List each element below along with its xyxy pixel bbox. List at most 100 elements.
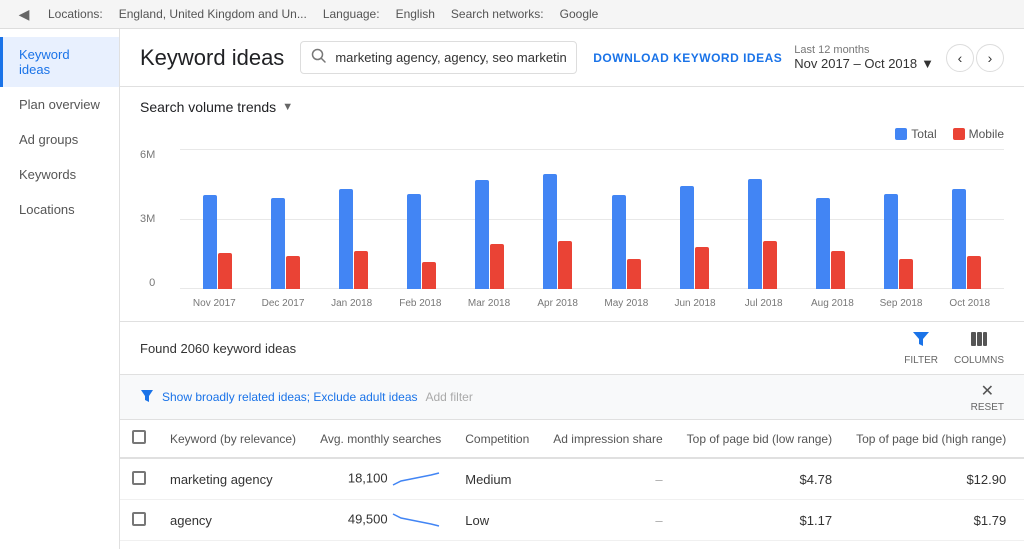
bar-total-3 — [407, 194, 421, 289]
bar-group-8 — [729, 179, 795, 289]
bar-mobile-0 — [218, 253, 232, 289]
row-checkbox-cell-1 — [120, 500, 158, 541]
row-top-high-1: $1.79 — [844, 500, 1018, 541]
sidebar-item-keyword-ideas[interactable]: Keyword ideas — [0, 37, 119, 87]
columns-button[interactable]: COLUMNS — [954, 330, 1004, 366]
col-competition: Competition — [453, 420, 541, 458]
collapse-icon[interactable]: ◀ — [16, 6, 32, 22]
legend-total: Total — [895, 127, 936, 141]
row-avg-searches-2: 5,400 — [308, 541, 453, 550]
bar-total-4 — [475, 180, 489, 289]
bar-total-11 — [952, 189, 966, 289]
bar-mobile-11 — [967, 256, 981, 289]
prev-arrow[interactable]: ‹ — [946, 44, 974, 72]
chart-title: Search volume trends — [140, 99, 276, 115]
filter-button[interactable]: FILTER — [904, 330, 938, 366]
y-label-3m: 3M — [140, 213, 159, 225]
network-value: Google — [560, 7, 599, 21]
top-bar: ◀ Locations: England, United Kingdom and… — [0, 0, 1024, 29]
active-filter-funnel-icon — [140, 389, 154, 406]
row-top-high-2: $22.90 — [844, 541, 1018, 550]
sidebar-item-locations[interactable]: Locations — [0, 192, 119, 227]
bar-mobile-6 — [627, 259, 641, 289]
select-all-checkbox[interactable] — [132, 430, 146, 444]
chart-dropdown-icon[interactable]: ▼ — [282, 101, 293, 113]
col-top-high: Top of page bid (high range) — [844, 420, 1018, 458]
sidebar-item-keywords[interactable]: Keywords — [0, 157, 119, 192]
bar-mobile-3 — [422, 262, 436, 289]
chart-header: Search volume trends ▼ — [140, 99, 1004, 115]
row-competition-0: Medium — [453, 458, 541, 500]
x-label-6: May 2018 — [592, 298, 661, 309]
language-value: English — [396, 7, 435, 21]
filter-icon — [912, 330, 930, 353]
filter-section: Found 2060 keyword ideas FILTER — [120, 322, 1024, 375]
date-range-dropdown-icon[interactable]: ▼ — [921, 56, 934, 71]
search-input[interactable] — [335, 50, 566, 65]
table-row: marketing agency 18,100 Medium – $4.78 $… — [120, 458, 1024, 500]
col-checkbox — [120, 420, 158, 458]
legend-total-label: Total — [911, 127, 936, 141]
row-top-low-1: $1.17 — [675, 500, 844, 541]
date-range-label: Last 12 months — [794, 44, 934, 56]
bar-mobile-5 — [558, 241, 572, 289]
reset-button[interactable]: ✕ RESET — [971, 381, 1004, 413]
x-label-11: Oct 2018 — [935, 298, 1004, 309]
col-top-low: Top of page bid (low range) — [675, 420, 844, 458]
x-label-9: Aug 2018 — [798, 298, 867, 309]
active-filter-tag[interactable]: Show broadly related ideas; Exclude adul… — [162, 390, 418, 404]
sidebar-item-ad-groups[interactable]: Ad groups — [0, 122, 119, 157]
bar-group-7 — [661, 186, 727, 289]
row-account-status-0 — [1018, 458, 1024, 500]
bar-group-6 — [593, 195, 659, 289]
bar-mobile-2 — [354, 251, 368, 289]
bar-chart: 6M 3M 0 Nov 2017Dec 2017Jan 2018Feb 2018… — [140, 149, 1004, 309]
x-label-8: Jul 2018 — [729, 298, 798, 309]
main-content: Keyword ideas DOWNLOAD KEYWORD IDEAS Las… — [120, 29, 1024, 549]
reset-x-icon: ✕ — [981, 381, 994, 401]
x-label-2: Jan 2018 — [317, 298, 386, 309]
bar-mobile-9 — [831, 251, 845, 289]
row-top-low-0: $4.78 — [675, 458, 844, 500]
bar-mobile-7 — [695, 247, 709, 289]
columns-icon — [970, 330, 988, 353]
row-top-high-0: $12.90 — [844, 458, 1018, 500]
row-competition-1: Low — [453, 500, 541, 541]
row-account-status-1: In Account — [1018, 500, 1024, 541]
legend-mobile-label: Mobile — [969, 127, 1004, 141]
x-label-7: Jun 2018 — [661, 298, 730, 309]
bar-total-7 — [680, 186, 694, 289]
add-filter-button[interactable]: Add filter — [426, 390, 473, 404]
x-label-5: Apr 2018 — [523, 298, 592, 309]
found-text: Found 2060 keyword ideas — [140, 341, 296, 356]
row-ad-impression-2: – — [541, 541, 674, 550]
date-range: Last 12 months Nov 2017 – Oct 2018 ▼ — [794, 44, 934, 71]
bar-total-10 — [884, 194, 898, 289]
search-box — [300, 41, 577, 74]
bar-total-1 — [271, 198, 285, 289]
columns-label: COLUMNS — [954, 355, 1004, 366]
bar-mobile-4 — [490, 244, 504, 289]
row-ad-impression-1: – — [541, 500, 674, 541]
main-layout: Keyword ideasPlan overviewAd groupsKeywo… — [0, 29, 1024, 549]
x-label-10: Sep 2018 — [867, 298, 936, 309]
location-label: Locations: — [48, 7, 103, 21]
bar-total-6 — [612, 195, 626, 289]
download-button[interactable]: DOWNLOAD KEYWORD IDEAS — [593, 51, 782, 65]
results-table: Keyword (by relevance) Avg. monthly sear… — [120, 420, 1024, 549]
row-keyword-2: seo marketing — [158, 541, 308, 550]
sidebar-item-plan-overview[interactable]: Plan overview — [0, 87, 119, 122]
network-label: Search networks: — [451, 7, 544, 21]
col-keyword: Keyword (by relevance) — [158, 420, 308, 458]
row-checkbox-1[interactable] — [132, 512, 146, 526]
chart-section: Search volume trends ▼ Total Mobile 6M 3… — [120, 87, 1024, 322]
y-label-0: 0 — [140, 277, 159, 289]
bar-mobile-1 — [286, 256, 300, 289]
row-keyword-0: marketing agency — [158, 458, 308, 500]
row-search-count-1: 49,500 — [348, 511, 388, 526]
next-arrow[interactable]: › — [976, 44, 1004, 72]
row-top-low-2: $10.82 — [675, 541, 844, 550]
row-checkbox-0[interactable] — [132, 471, 146, 485]
row-search-count-0: 18,100 — [348, 470, 388, 485]
header-right: DOWNLOAD KEYWORD IDEAS Last 12 months No… — [593, 44, 1004, 72]
